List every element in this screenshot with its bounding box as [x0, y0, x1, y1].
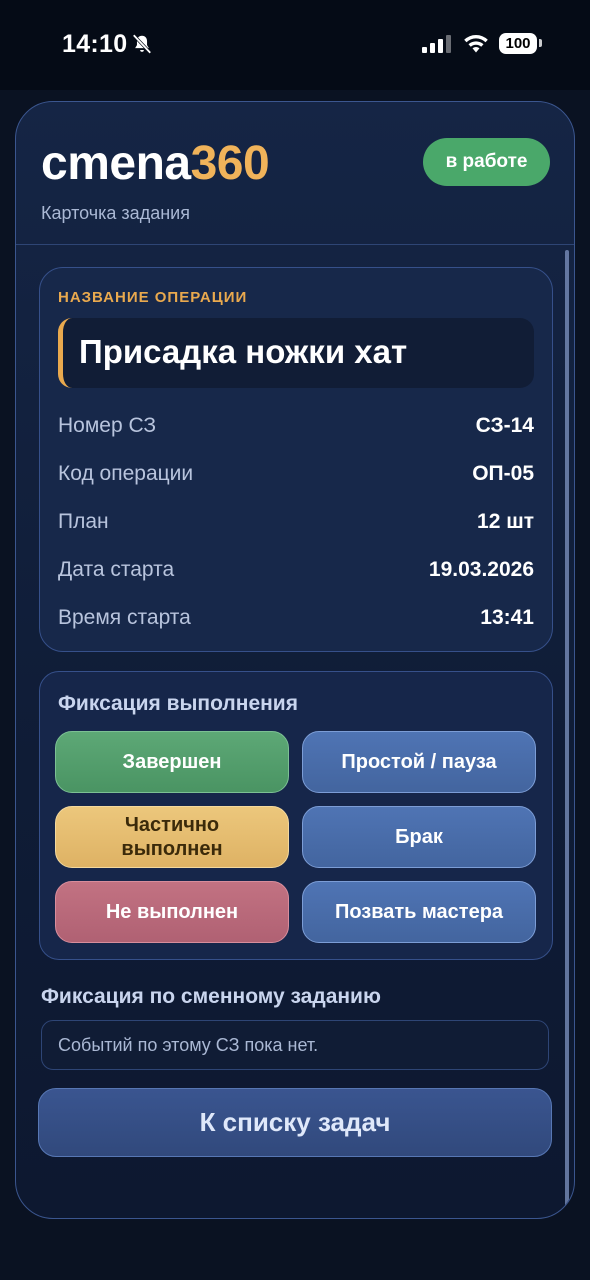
- events-empty-text: Событий по этому СЗ пока нет.: [58, 1035, 319, 1055]
- info-value: СЗ-14: [475, 414, 534, 437]
- operation-name-box: Присадка ножки хат: [58, 318, 534, 388]
- info-value: ОП-05: [472, 462, 534, 485]
- info-value: 19.03.2026: [428, 558, 534, 581]
- signal-icon: [422, 35, 451, 53]
- info-row-start-time: Время старта 13:41: [58, 606, 534, 636]
- not-done-button[interactable]: Не выполнен: [55, 881, 289, 943]
- wifi-icon: [464, 35, 488, 53]
- status-time: 14:10: [62, 30, 128, 58]
- events-list: Событий по этому СЗ пока нет.: [41, 1020, 549, 1070]
- info-label: Дата старта: [58, 558, 175, 581]
- info-value: 12 шт: [477, 510, 534, 533]
- operation-name: Присадка ножки хат: [79, 333, 408, 370]
- info-label: План: [58, 510, 109, 533]
- battery-icon: 100: [499, 33, 537, 54]
- call-master-button[interactable]: Позвать мастера: [302, 881, 536, 943]
- bell-off-icon: [132, 34, 152, 54]
- page-subtitle: Карточка задания: [41, 203, 190, 223]
- info-label: Время старта: [58, 606, 191, 629]
- info-row-operation-code: Код операции ОП-05: [58, 462, 534, 492]
- info-label: Номер СЗ: [58, 414, 157, 437]
- battery-tip: [539, 39, 542, 47]
- downtime-pause-button[interactable]: Простой / пауза: [302, 731, 536, 793]
- partially-done-label-line2: выполнен: [121, 838, 223, 860]
- completed-button[interactable]: Завершен: [55, 731, 289, 793]
- status-bar: 14:10 100: [0, 0, 590, 90]
- operation-caption: НАЗВАНИЕ ОПЕРАЦИИ: [58, 289, 248, 306]
- partially-done-label-line1: Частично: [124, 814, 220, 836]
- scrollbar[interactable]: [565, 250, 569, 1208]
- info-row-sz-number: Номер СЗ СЗ-14: [58, 414, 534, 444]
- defect-button[interactable]: Брак: [302, 806, 536, 868]
- task-card: cmena360 Карточка задания в работе НАЗВА…: [15, 101, 575, 1219]
- partially-done-button[interactable]: Частично выполнен: [55, 806, 289, 868]
- info-label: Код операции: [58, 462, 194, 485]
- shift-fixation-title: Фиксация по сменному заданию: [41, 985, 381, 1008]
- back-to-tasks-button[interactable]: К списку задач: [38, 1088, 552, 1157]
- info-row-start-date: Дата старта 19.03.2026: [58, 558, 534, 588]
- info-value: 13:41: [480, 606, 534, 629]
- app-logo: cmena360: [41, 137, 270, 190]
- card-header: cmena360 Карточка задания в работе: [16, 102, 574, 245]
- fixation-title: Фиксация выполнения: [58, 692, 298, 715]
- info-row-plan: План 12 шт: [58, 510, 534, 540]
- status-badge: в работе: [423, 138, 550, 186]
- operation-panel: НАЗВАНИЕ ОПЕРАЦИИ Присадка ножки хат Ном…: [39, 267, 553, 652]
- fixation-panel: Фиксация выполнения Завершен Простой / п…: [39, 671, 553, 960]
